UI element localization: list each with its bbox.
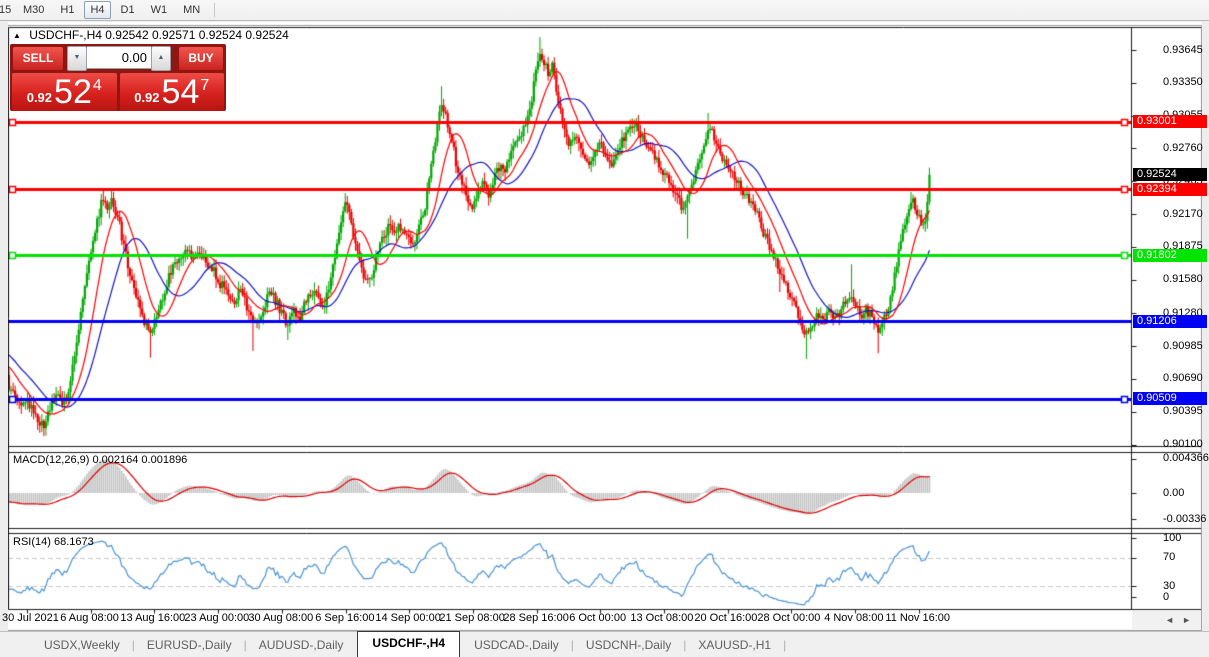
date-axis-label: 30 Aug 08:00 xyxy=(248,612,313,624)
current-price-badge: 0.92524 xyxy=(1133,168,1207,181)
macd-pane-label: MACD(12,26,9) 0.002164 0.001896 xyxy=(13,454,187,466)
tab-usdcnh-daily[interactable]: USDCNH-,Daily xyxy=(574,634,683,657)
price-axis-label: 0.90690 xyxy=(1163,372,1203,384)
date-axis-label: 21 Sep 08:00 xyxy=(439,612,504,624)
tab-eurusd-daily[interactable]: EURUSD-,Daily xyxy=(135,634,244,657)
price-line-badge: 0.92394 xyxy=(1133,183,1207,196)
volume-input[interactable] xyxy=(87,46,151,69)
date-axis-label: 20 Oct 16:00 xyxy=(694,612,757,624)
timeframe-button-m15[interactable]: 15 xyxy=(0,1,13,19)
tab-divider: | xyxy=(783,638,786,657)
macd-axis-label: -0.00336 xyxy=(1163,513,1206,525)
timeframe-button-mn[interactable]: MN xyxy=(177,1,206,19)
date-axis-label: 11 Nov 16:00 xyxy=(885,612,950,624)
date-axis-label: 28 Sep 16:00 xyxy=(503,612,568,624)
rsi-pane-label: RSI(14) 68.1673 xyxy=(13,536,94,548)
scroll-right-icon[interactable]: ► xyxy=(1182,615,1191,625)
spinner-down-icon: ▼ xyxy=(74,54,81,61)
price-axis-label: 0.92760 xyxy=(1163,142,1203,154)
macd-label: MACD(12,26,9) xyxy=(13,454,89,466)
date-axis-label: 4 Nov 08:00 xyxy=(824,612,883,624)
spinner-up-icon: ▲ xyxy=(158,54,165,61)
tab-usdx-weekly[interactable]: USDX,Weekly xyxy=(32,634,132,657)
price-axis-label: 0.91580 xyxy=(1163,273,1203,285)
sell-button[interactable]: SELL xyxy=(12,46,64,71)
rsi-value: 68.1673 xyxy=(54,536,94,548)
toolbar-divider xyxy=(214,3,215,17)
buy-price-pip: 7 xyxy=(200,77,209,95)
tab-usdcad-daily[interactable]: USDCAD-,Daily xyxy=(462,634,571,657)
buy-price-big: 54 xyxy=(162,75,200,109)
price-line-badge: 0.91206 xyxy=(1133,315,1207,328)
price-axis-label: 0.90100 xyxy=(1163,438,1203,450)
price-line-badge: 0.93001 xyxy=(1133,115,1207,128)
price-line-badge: 0.91802 xyxy=(1133,249,1207,262)
tab-usdchf-h4[interactable]: USDCHF-,H4 xyxy=(357,631,460,657)
sell-price-pip: 4 xyxy=(93,77,102,95)
date-axis-label: 6 Oct 00:00 xyxy=(569,612,626,624)
date-axis-label: 23 Aug 00:00 xyxy=(184,612,249,624)
macd-values: 0.002164 0.001896 xyxy=(92,454,187,466)
rsi-axis-label: 70 xyxy=(1163,551,1175,563)
chart-ohlc-values: 0.92542 0.92571 0.92524 0.92524 xyxy=(105,28,289,42)
one-click-trade-panel: SELL ▼ ▲ BUY 0.92 52 4 0.92 54 7 xyxy=(10,44,226,111)
buy-button[interactable]: BUY xyxy=(178,46,224,71)
volume-decrease-button[interactable]: ▼ xyxy=(67,46,87,71)
timeframe-toolbar: 15 M30 H1 H4 D1 W1 MN xyxy=(0,0,1209,21)
chart-canvas[interactable] xyxy=(8,22,1202,631)
rsi-axis-label: 100 xyxy=(1163,532,1181,544)
sell-price-big: 52 xyxy=(54,75,92,109)
price-line-badge: 0.90509 xyxy=(1133,392,1207,405)
chart-title: ▲ USDCHF-,H4 0.92542 0.92571 0.92524 0.9… xyxy=(13,28,289,42)
scroll-left-icon[interactable]: ◄ xyxy=(1165,615,1174,625)
timeframe-button-h4[interactable]: H4 xyxy=(84,1,110,19)
macd-axis-label: 0.00 xyxy=(1163,487,1184,499)
buy-price-tile[interactable]: 0.92 54 7 xyxy=(120,73,225,111)
date-axis-label: 6 Sep 16:00 xyxy=(315,612,374,624)
timeframe-button-h1[interactable]: H1 xyxy=(54,1,80,19)
price-axis-label: 0.93350 xyxy=(1163,76,1203,88)
price-axis-label: 0.90985 xyxy=(1163,340,1203,352)
volume-increase-button[interactable]: ▲ xyxy=(151,46,171,71)
tab-audusd-daily[interactable]: AUDUSD-,Daily xyxy=(247,634,356,657)
rsi-label: RSI(14) xyxy=(13,536,51,548)
date-axis-label: 30 Jul 2021 xyxy=(2,612,59,624)
date-axis-label: 13 Aug 16:00 xyxy=(120,612,185,624)
price-axis-label: 0.93645 xyxy=(1163,44,1203,56)
timeframe-button-w1[interactable]: W1 xyxy=(145,1,174,19)
sell-price-tile[interactable]: 0.92 52 4 xyxy=(12,73,117,111)
buy-price-prefix: 0.92 xyxy=(134,90,159,105)
rsi-axis-label: 0 xyxy=(1163,591,1169,603)
price-axis-label: 0.90395 xyxy=(1163,405,1203,417)
date-axis-label: 28 Oct 00:00 xyxy=(757,612,820,624)
tab-xauusd-h1[interactable]: XAUUSD-,H1 xyxy=(686,634,783,657)
collapse-triangle-icon: ▲ xyxy=(13,31,21,40)
date-axis-label: 13 Oct 08:00 xyxy=(630,612,693,624)
chart-symbol: USDCHF-,H4 xyxy=(29,28,102,42)
price-axis-label: 0.92170 xyxy=(1163,208,1203,220)
timeframe-button-m30[interactable]: M30 xyxy=(17,1,50,19)
macd-axis-label: 0.004366 xyxy=(1163,452,1209,464)
date-axis-label: 6 Aug 08:00 xyxy=(60,612,119,624)
sell-price-prefix: 0.92 xyxy=(27,90,52,105)
date-axis-label: 14 Sep 00:00 xyxy=(375,612,440,624)
chart-tab-bar: USDX,Weekly | EURUSD-,Daily | AUDUSD-,Da… xyxy=(0,631,1209,657)
timeframe-button-d1[interactable]: D1 xyxy=(115,1,141,19)
chart-scroll-corner: ◄ ► xyxy=(1132,611,1201,629)
